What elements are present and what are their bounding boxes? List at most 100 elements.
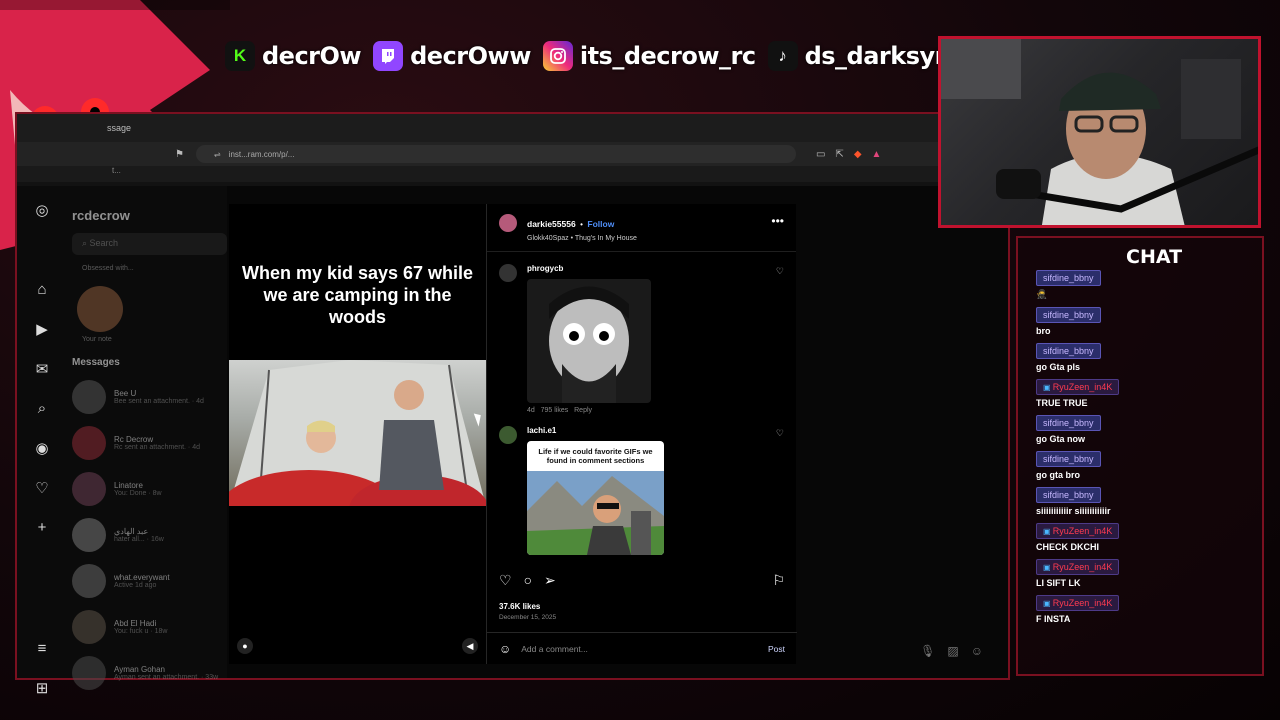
comment-input[interactable]: Add a comment...: [521, 644, 758, 654]
comment-likes[interactable]: 795 likes: [541, 407, 569, 414]
emoji-icon[interactable]: ☺: [499, 642, 511, 656]
dm-conversation[interactable]: Linatore You: Done · 8w: [72, 472, 227, 506]
post-video[interactable]: When my kid says 67 while we are camping…: [229, 204, 486, 664]
create-plus-icon[interactable]: +: [38, 519, 47, 536]
dm-conversation[interactable]: Abd El Hadi You: fuck u · 18w: [72, 610, 227, 644]
search-icon[interactable]: ⌕: [38, 400, 46, 417]
gif-caption: Life if we could favorite GIFs we found …: [538, 447, 653, 465]
dm-conversation[interactable]: what.everywant Active 1d ago: [72, 564, 227, 598]
video-caption: When my kid says 67 while we are camping…: [241, 263, 474, 327]
follow-button[interactable]: Follow: [587, 219, 614, 229]
messages-panel: rcdecrow ⌕ Search Obsessed with... Your …: [72, 186, 227, 690]
like-count[interactable]: 37.6K likes: [499, 602, 540, 611]
chat-username: sifdine_bbny: [1036, 451, 1101, 467]
dm-conversation[interactable]: عبد الهادي hater all... · 16w: [72, 518, 227, 552]
dm-preview: Rc sent an attachment. · 4d: [114, 444, 200, 451]
instagram-logo-icon[interactable]: ◎: [35, 201, 48, 219]
home-icon[interactable]: ⌂: [37, 281, 46, 298]
author-avatar[interactable]: [499, 214, 517, 232]
reply-button[interactable]: Reply: [574, 407, 592, 414]
post-author[interactable]: darkie55556: [527, 219, 576, 229]
apps-icon[interactable]: ⊞: [36, 679, 49, 697]
brave-shield-icon[interactable]: ◆: [854, 149, 862, 160]
tag-user-icon[interactable]: ●: [237, 638, 253, 654]
share-icon[interactable]: ⇱: [835, 149, 843, 160]
avatar: [72, 656, 106, 690]
explore-icon[interactable]: ◉: [35, 439, 48, 457]
chat-text: bro: [1036, 326, 1051, 336]
tent-scene-image: [229, 360, 486, 506]
address-toolbar: ⚑ ⇌ inst...ram.com/p/... ▭ ⇱ ◆ ▲ ✚ ▣ ♫ ▯: [17, 142, 1008, 166]
dm-conversation[interactable]: Ayman Gohan Ayman sent an attachment. · 3…: [72, 656, 227, 690]
chat-message: sifdine_bbny 🥷: [1036, 268, 1246, 300]
audio-toggle-icon[interactable]: ◀: [462, 638, 478, 654]
url-text: inst...ram.com/p/...: [228, 149, 295, 159]
like-heart-icon[interactable]: ♡: [499, 572, 512, 589]
instagram-username: its_decrow_rc: [579, 42, 756, 70]
comment-gif: [527, 279, 651, 403]
share-send-icon[interactable]: ➢: [544, 572, 556, 589]
reels-icon[interactable]: ▶: [36, 320, 48, 338]
avatar: [72, 564, 106, 598]
commenter-name[interactable]: lachi.e1: [527, 426, 664, 435]
commenter-name[interactable]: phrogycb: [527, 264, 651, 273]
site-info-icon[interactable]: ⇌: [214, 150, 221, 159]
post-date: December 15, 2025: [499, 614, 557, 621]
note-avatar[interactable]: [77, 286, 123, 332]
dm-preview: You: Done · 8w: [114, 490, 162, 497]
address-bar[interactable]: ⇌ inst...ram.com/p/...: [195, 145, 796, 163]
comment: lachi.e1 Life if we could favorite GIFs …: [487, 414, 796, 555]
chat-text: CHECK DKCHI: [1036, 542, 1099, 552]
chat-message: sifdine_bbny bro: [1036, 305, 1246, 336]
twitch-username: decrOww: [410, 42, 531, 70]
chat-message: RyuZeen_in4K TRUE TRUE: [1036, 377, 1246, 408]
microphone-icon[interactable]: 🎙: [920, 644, 935, 658]
bookmark-icon[interactable]: ⚑: [175, 149, 184, 160]
commenter-avatar[interactable]: [499, 426, 517, 444]
dm-search-field[interactable]: ⌕ Search: [72, 233, 227, 255]
chat-username: RyuZeen_in4K: [1036, 559, 1120, 575]
profile-username[interactable]: rcdecrow: [72, 208, 227, 223]
avatar: [72, 472, 106, 506]
cartoon-face-gif: [527, 279, 651, 403]
chat-username: sifdine_bbny: [1036, 415, 1101, 431]
search-placeholder: Search: [89, 238, 119, 248]
chat-message: sifdine_bbny go gta bro: [1036, 449, 1246, 480]
chat-text: go Gta now: [1036, 434, 1085, 444]
comment-like-heart-icon[interactable]: ♡: [776, 266, 784, 277]
avatar: [72, 518, 106, 552]
comment-like-heart-icon[interactable]: ♡: [776, 428, 784, 439]
chat-message: sifdine_bbnygo Gta now: [1036, 413, 1246, 444]
more-options-icon[interactable]: •••: [771, 214, 784, 228]
dm-name: Bee U: [114, 389, 137, 398]
comment-bubble-icon[interactable]: ○: [524, 572, 532, 589]
cast-icon[interactable]: ▭: [816, 149, 825, 160]
dm-conversation[interactable]: Rc Decrow Rc sent an attachment. · 4d: [72, 426, 227, 460]
tiktok-icon: ♪: [767, 41, 798, 71]
messages-icon[interactable]: ✉: [36, 360, 49, 378]
commenter-avatar[interactable]: [499, 264, 517, 282]
chat-title: CHAT: [1126, 246, 1183, 268]
twitch-handle: decrOww: [373, 41, 531, 71]
browser-window: ssage ⚑ ⇌ inst...ram.com/p/... ▭ ⇱ ◆ ▲ ✚…: [15, 112, 1010, 697]
chat-text: 🥷: [1036, 289, 1048, 299]
stream-overlay: K decrOw decrOww its_decrow_rc ♪ ds_dark…: [0, 0, 1280, 720]
search-icon: ⌕: [82, 238, 90, 248]
chat-username: RyuZeen_in4K: [1036, 595, 1120, 611]
post-comment-button[interactable]: Post: [768, 644, 785, 654]
save-bookmark-icon[interactable]: ⚐: [772, 572, 785, 589]
notifications-heart-icon[interactable]: ♡: [35, 479, 48, 497]
image-icon[interactable]: ▨: [947, 644, 958, 658]
kick-handle: K decrOw: [225, 41, 362, 71]
dm-name: عبد الهادي: [114, 527, 149, 536]
streamer-webcam-image: [941, 39, 1258, 225]
rewards-icon[interactable]: ▲: [872, 149, 882, 160]
bookmark-item[interactable]: t...: [112, 166, 121, 175]
sticker-icon[interactable]: ☺: [971, 644, 983, 658]
menu-icon[interactable]: ≡: [38, 640, 47, 657]
post-audio[interactable]: Glokk40Spaz • Thug's In My House: [527, 235, 637, 242]
note-bubble: Obsessed with...: [82, 265, 134, 272]
chat-text: TRUE TRUE: [1036, 398, 1088, 408]
dm-conversation[interactable]: Bee U Bee sent an attachment. · 4d: [72, 380, 227, 414]
tab-title[interactable]: ssage: [107, 123, 131, 133]
